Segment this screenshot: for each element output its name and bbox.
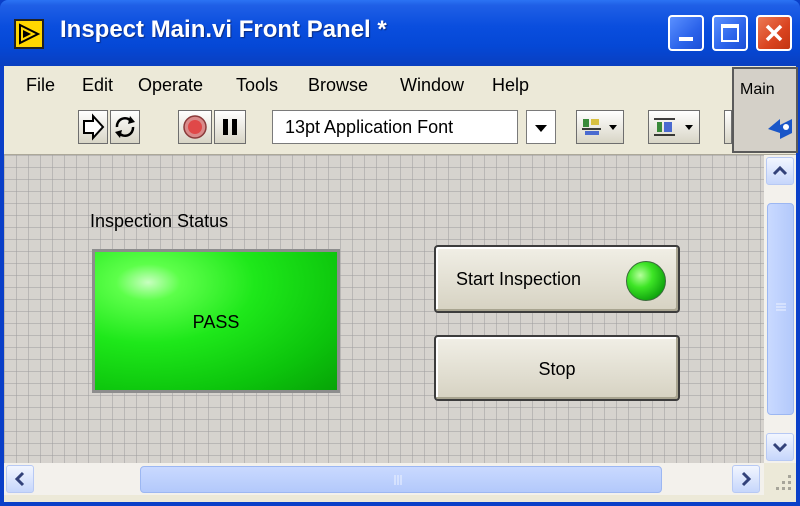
vertical-scroll-thumb[interactable]	[767, 203, 794, 415]
labview-vi-icon[interactable]	[14, 19, 44, 49]
close-icon	[765, 24, 783, 42]
connector-pane-label: Main	[740, 81, 775, 98]
grip-icon	[776, 303, 786, 311]
run-button[interactable]	[78, 110, 108, 144]
grip-icon	[394, 475, 402, 485]
horizontal-scroll-thumb[interactable]	[140, 466, 662, 493]
chevron-down-icon	[772, 442, 788, 453]
menu-operate[interactable]: Operate	[138, 75, 203, 96]
toolbar: 13pt Application Font	[4, 102, 796, 155]
font-select[interactable]: 13pt Application Font	[272, 110, 518, 144]
stop-label: Stop	[538, 359, 576, 379]
start-inspection-button[interactable]: Start Inspection	[434, 245, 680, 313]
scroll-left-button[interactable]	[6, 465, 34, 493]
chevron-right-icon	[741, 471, 752, 487]
resize-grip-icon	[776, 475, 791, 490]
menu-browse[interactable]: Browse	[308, 75, 368, 96]
menu-window[interactable]: Window	[400, 75, 464, 96]
stop-button[interactable]: Stop	[434, 335, 680, 401]
pause-icon	[223, 119, 237, 135]
scroll-up-button[interactable]	[766, 157, 794, 185]
connector-pane[interactable]: Main	[732, 67, 798, 153]
abort-icon	[183, 115, 207, 139]
menu-file[interactable]: File	[26, 75, 55, 96]
close-button[interactable]	[756, 15, 792, 51]
scroll-right-button[interactable]	[732, 465, 760, 493]
vertical-scrollbar[interactable]	[764, 155, 796, 463]
menu-edit[interactable]: Edit	[82, 75, 113, 96]
align-objects-icon	[582, 119, 617, 135]
inspection-status-indicator: PASS	[92, 249, 340, 393]
maximize-icon	[721, 24, 739, 42]
minimize-button[interactable]	[668, 15, 704, 51]
front-panel-canvas[interactable]: Inspection Status PASS Start Inspection …	[4, 155, 764, 463]
run-continuously-icon	[115, 116, 135, 138]
maximize-button[interactable]	[712, 15, 748, 51]
menu-bar: File Edit Operate Tools Browse Window He…	[4, 66, 796, 102]
pause-button[interactable]	[214, 110, 246, 144]
window-frame: File Edit Operate Tools Browse Window He…	[4, 66, 798, 502]
resize-objects-button[interactable]	[724, 110, 732, 144]
window-bottom-border	[0, 502, 800, 506]
inspection-status-label: Inspection Status	[90, 211, 229, 231]
window-title: Inspect Main.vi Front Panel *	[60, 16, 387, 43]
chevron-down-icon	[535, 125, 547, 132]
resize-grip[interactable]	[764, 463, 796, 495]
distribute-objects-button[interactable]	[648, 110, 700, 144]
distribute-objects-icon	[654, 118, 693, 136]
menu-tools[interactable]: Tools	[236, 75, 278, 96]
start-led-icon	[626, 261, 666, 301]
scroll-down-button[interactable]	[766, 433, 794, 461]
run-continuously-button[interactable]	[110, 110, 140, 144]
run-arrow-icon	[83, 113, 105, 141]
horizontal-scrollbar[interactable]	[4, 463, 764, 495]
menu-help[interactable]: Help	[492, 75, 529, 96]
title-bar[interactable]: Inspect Main.vi Front Panel *	[0, 0, 800, 66]
font-select-value: 13pt Application Font	[285, 117, 454, 137]
minimize-icon	[679, 37, 693, 41]
chevron-up-icon	[772, 165, 788, 176]
font-dropdown-button[interactable]	[526, 110, 556, 144]
vi-icon	[768, 119, 792, 139]
front-panel-window: Inspect Main.vi Front Panel * File Edit …	[0, 0, 800, 506]
abort-button[interactable]	[178, 110, 212, 144]
chevron-left-icon	[14, 471, 25, 487]
start-inspection-label: Start Inspection	[456, 269, 582, 289]
inspection-status-value: PASS	[192, 312, 240, 332]
align-objects-button[interactable]	[576, 110, 624, 144]
